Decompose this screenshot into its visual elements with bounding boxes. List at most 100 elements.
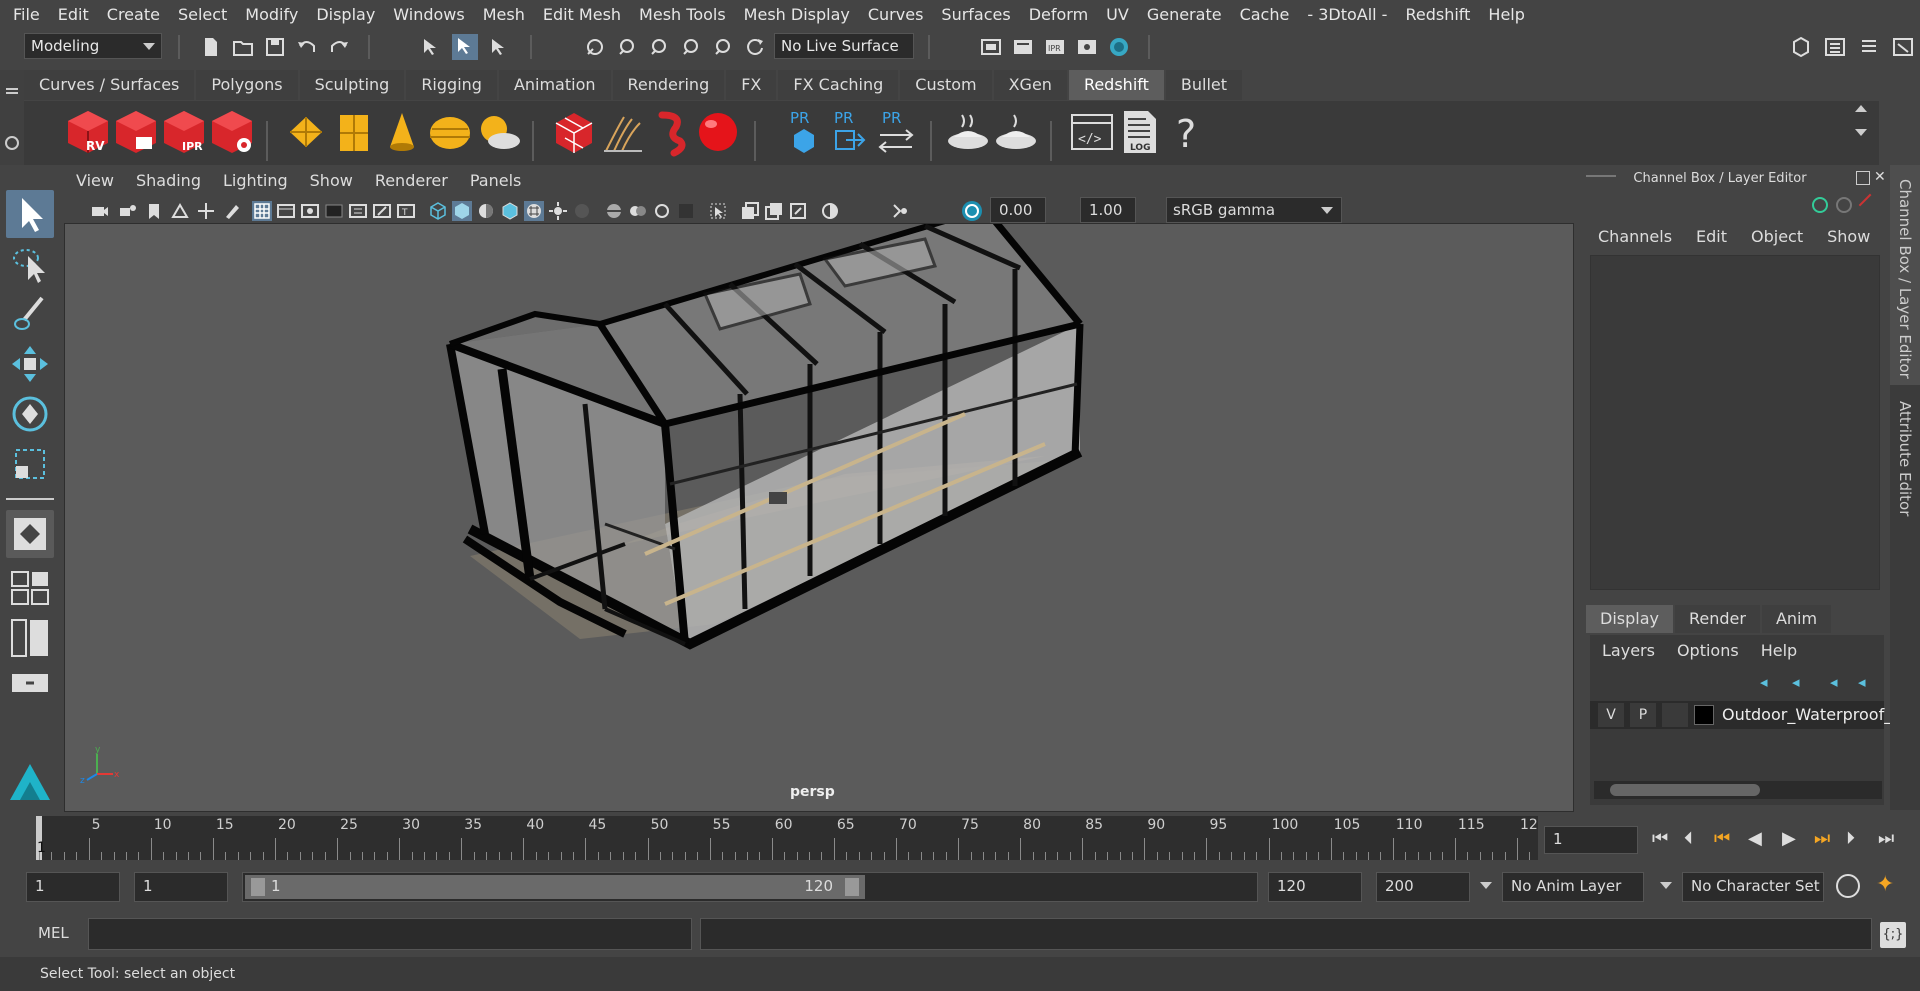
shelf-tab-bullet[interactable]: Bullet bbox=[1165, 70, 1243, 100]
redshift-hair-icon[interactable] bbox=[598, 107, 646, 157]
menu-surfaces[interactable]: Surfaces bbox=[932, 5, 1019, 24]
mel-label[interactable]: MEL bbox=[38, 924, 69, 942]
redshift-pr-cube-icon[interactable]: PR bbox=[780, 107, 828, 157]
shelf-settings-gear-icon[interactable] bbox=[5, 136, 19, 150]
single-perspective-layout-icon[interactable] bbox=[6, 510, 54, 558]
redshift-dome-light-icon[interactable] bbox=[426, 107, 474, 157]
grid-toggle-icon[interactable] bbox=[252, 201, 272, 221]
shelf-tab-rendering[interactable]: Rendering bbox=[612, 70, 725, 100]
menu-deform[interactable]: Deform bbox=[1020, 5, 1097, 24]
channel-menu-show[interactable]: Show bbox=[1827, 227, 1870, 246]
undo-icon[interactable] bbox=[296, 36, 318, 58]
render-view-icon[interactable] bbox=[980, 36, 1002, 58]
snap-curve-icon[interactable] bbox=[616, 36, 638, 58]
mode-selector[interactable]: Modeling bbox=[24, 33, 162, 59]
camera-attributes-icon[interactable] bbox=[118, 201, 138, 221]
playback-start-field[interactable]: 1 bbox=[134, 872, 228, 902]
zoom-frame-icon[interactable] bbox=[788, 201, 808, 221]
snap-point-icon[interactable] bbox=[648, 36, 670, 58]
shelf-tab-polygons[interactable]: Polygons bbox=[196, 70, 298, 100]
shelf-tab-fx[interactable]: FX bbox=[726, 70, 777, 100]
default-material-icon[interactable] bbox=[476, 201, 496, 221]
character-set-dropdown[interactable]: No Character Set bbox=[1682, 872, 1824, 902]
move-layer-down-icon[interactable]: ◂ bbox=[1792, 673, 1800, 691]
menu-cache[interactable]: Cache bbox=[1231, 5, 1299, 24]
channel-list[interactable] bbox=[1590, 255, 1880, 590]
redshift-pr-export-icon[interactable]: PR bbox=[824, 107, 872, 157]
wireframe-icon[interactable] bbox=[428, 201, 448, 221]
workspace-icon[interactable] bbox=[1790, 36, 1812, 58]
redshift-sun-sky-icon[interactable] bbox=[474, 107, 522, 157]
snap-refresh-icon[interactable] bbox=[744, 36, 766, 58]
redshift-render-sequence-icon[interactable] bbox=[112, 107, 160, 157]
gamma-icon[interactable] bbox=[890, 201, 910, 221]
manipulator-icon[interactable] bbox=[1812, 197, 1828, 213]
menu-mesh[interactable]: Mesh bbox=[474, 5, 534, 24]
chevron-down-icon[interactable] bbox=[1480, 882, 1492, 889]
range-end-handle[interactable] bbox=[845, 878, 859, 896]
xray-joints-icon[interactable] bbox=[652, 201, 672, 221]
render-frame-icon[interactable] bbox=[1012, 36, 1034, 58]
new-layer-selected-icon[interactable]: ◂ bbox=[1858, 673, 1866, 691]
open-scene-icon[interactable] bbox=[232, 36, 254, 58]
backface-culling-icon[interactable] bbox=[676, 201, 696, 221]
viewport-menu-renderer[interactable]: Renderer bbox=[375, 171, 448, 190]
playback-end-field[interactable]: 120 bbox=[1268, 872, 1362, 902]
menu-generate[interactable]: Generate bbox=[1138, 5, 1231, 24]
color-management-icon[interactable] bbox=[962, 201, 982, 221]
layer-row[interactable]: V P Outdoor_Waterproof_ bbox=[1590, 701, 1892, 729]
redshift-area-light-icon[interactable] bbox=[282, 107, 330, 157]
shelf-tab-custom[interactable]: Custom bbox=[900, 70, 992, 100]
image-plane-icon[interactable] bbox=[170, 201, 190, 221]
redshift-settings-icon[interactable] bbox=[208, 107, 256, 157]
tab-attribute-editor[interactable]: Attribute Editor bbox=[1890, 387, 1920, 537]
layer-playback-toggle[interactable]: P bbox=[1630, 703, 1656, 727]
shelf-tab-sculpting[interactable]: Sculpting bbox=[299, 70, 405, 100]
menu-modify[interactable]: Modify bbox=[236, 5, 307, 24]
select-hierarchy-icon[interactable] bbox=[420, 36, 442, 58]
redshift-ipr-icon[interactable]: IPR bbox=[160, 107, 208, 157]
shelf-tab-redshift[interactable]: Redshift bbox=[1068, 70, 1164, 100]
scale-tool-icon[interactable] bbox=[6, 440, 54, 488]
range-start-handle[interactable] bbox=[251, 878, 265, 896]
shadows-icon[interactable] bbox=[572, 201, 592, 221]
time-ruler[interactable]: 1 5 10 15 20 25 30 35 40 45 50 55 60 65 70 75 80 85 90 95 1… bbox=[36, 816, 1538, 860]
menu-uv[interactable]: UV bbox=[1097, 5, 1138, 24]
use-all-lights-icon[interactable] bbox=[548, 201, 568, 221]
lasso-tool-icon[interactable] bbox=[6, 240, 54, 288]
layer-tab-display[interactable]: Display bbox=[1586, 605, 1673, 633]
menu-edit-mesh[interactable]: Edit Mesh bbox=[534, 5, 630, 24]
menu-help[interactable]: Help bbox=[1479, 5, 1533, 24]
safe-action-icon[interactable] bbox=[372, 201, 392, 221]
float-panel-icon[interactable] bbox=[1856, 171, 1870, 185]
menu-create[interactable]: Create bbox=[98, 5, 169, 24]
snap-surface-icon[interactable] bbox=[712, 36, 734, 58]
four-view-layout-icon[interactable] bbox=[6, 568, 54, 608]
shelf-tab-animation[interactable]: Animation bbox=[498, 70, 611, 100]
script-editor-icon[interactable]: {;} bbox=[1880, 922, 1906, 948]
tab-channel-box[interactable]: Channel Box / Layer Editor bbox=[1890, 165, 1920, 385]
mel-command-input[interactable] bbox=[88, 918, 692, 950]
ipr-render-icon[interactable]: IPR bbox=[1044, 36, 1066, 58]
redshift-physical-light-icon[interactable] bbox=[378, 107, 426, 157]
layer-menu-layers[interactable]: Layers bbox=[1602, 641, 1655, 660]
layer-tab-render[interactable]: Render bbox=[1674, 605, 1760, 633]
textured-icon[interactable] bbox=[524, 201, 544, 221]
menu-3dtoall[interactable]: - 3DtoAll - bbox=[1298, 5, 1396, 24]
menu-windows[interactable]: Windows bbox=[384, 5, 473, 24]
xray-icon[interactable] bbox=[604, 201, 624, 221]
exposure-field[interactable]: 0.00 bbox=[990, 197, 1046, 223]
gate-mask-icon[interactable] bbox=[324, 201, 344, 221]
live-surface-field[interactable]: No Live Surface bbox=[774, 33, 914, 59]
safe-title-icon[interactable]: T bbox=[396, 201, 416, 221]
channel-menu-object[interactable]: Object bbox=[1751, 227, 1803, 246]
bookmark-icon[interactable] bbox=[144, 201, 164, 221]
scrollbar-thumb[interactable] bbox=[1610, 784, 1760, 796]
layer-menu-options[interactable]: Options bbox=[1677, 641, 1739, 660]
hypershade-icon[interactable] bbox=[1108, 36, 1130, 58]
layer-scrollbar[interactable] bbox=[1594, 781, 1882, 799]
redshift-bake-icon[interactable] bbox=[944, 107, 992, 157]
viewport-persp[interactable]: y x z persp bbox=[64, 223, 1574, 812]
layer-visibility-toggle[interactable]: V bbox=[1598, 703, 1624, 727]
redshift-render-view-icon[interactable]: RV bbox=[64, 107, 112, 157]
